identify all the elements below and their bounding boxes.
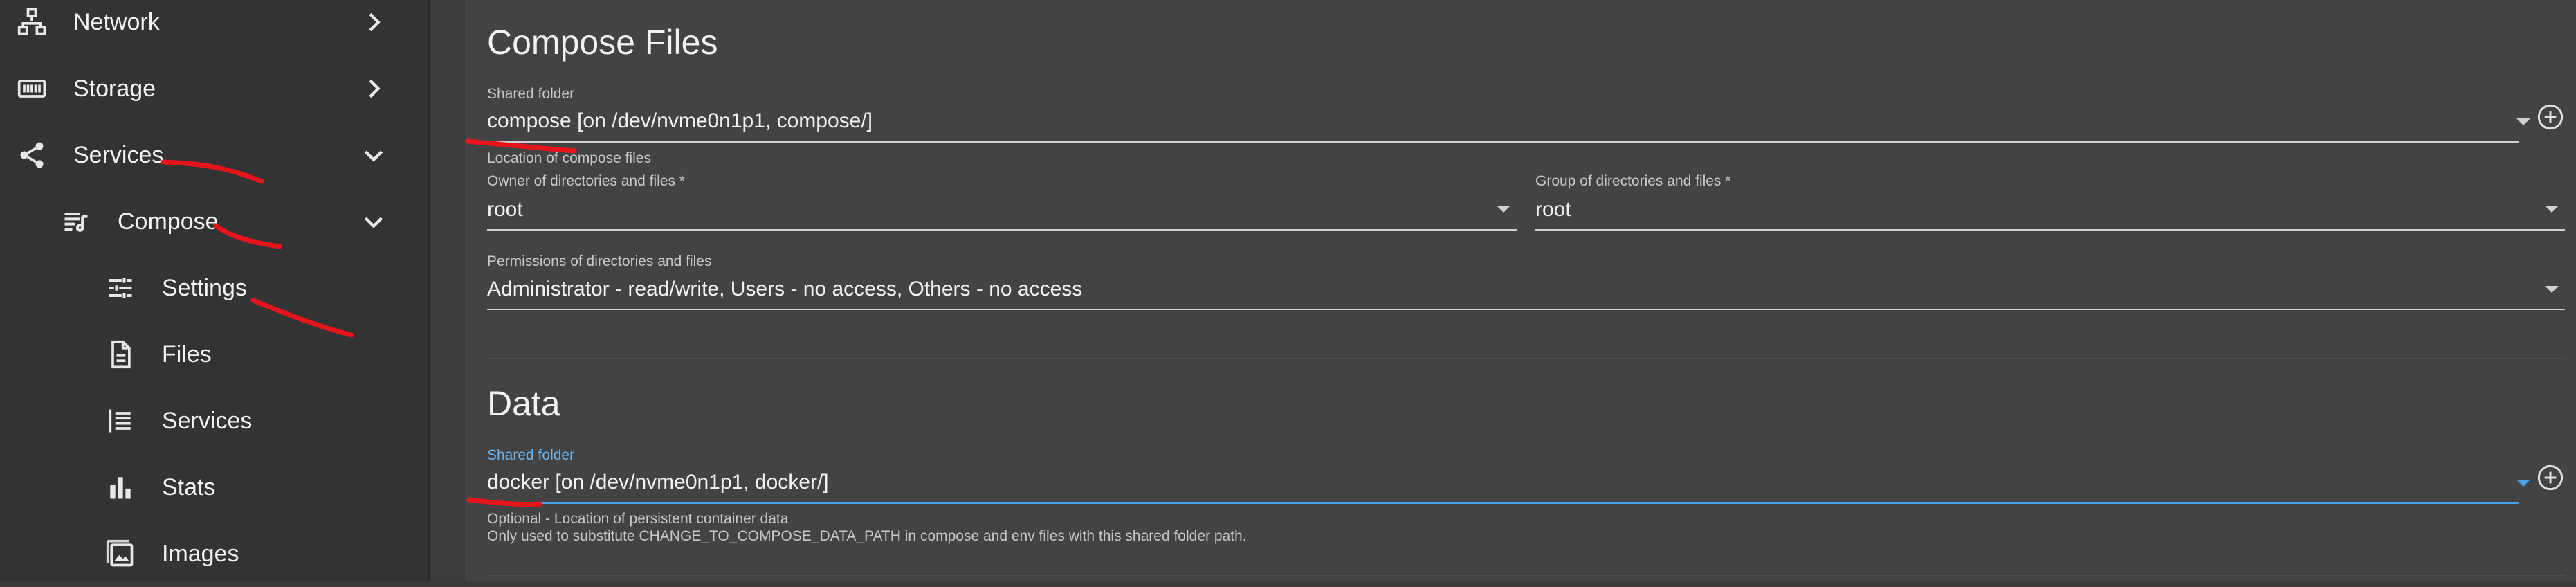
permissions-label: Permissions of directories and files (487, 253, 712, 269)
section-divider (487, 358, 2565, 359)
group-label: Group of directories and files * (1535, 173, 1731, 189)
data-shared-folder-hint-optional: Optional - Location of persistent contai… (487, 511, 789, 527)
chevron-right-icon (360, 75, 387, 102)
add-shared-folder-button[interactable] (2537, 103, 2564, 131)
data-shared-folder-label: Shared folder (487, 447, 575, 463)
sidebar-item-network[interactable]: Network (15, 0, 428, 55)
sidebar-item-label: Settings (162, 274, 247, 301)
sidebar-item-storage[interactable]: Storage (15, 55, 428, 122)
share-icon (15, 138, 48, 172)
dropdown-arrow-icon[interactable] (1497, 206, 1510, 213)
compose-shared-folder-select[interactable]: compose [on /dev/nvme0n1p1, compose/] (487, 109, 873, 133)
sidebar-item-label: Network (73, 8, 160, 35)
data-shared-folder-underline (487, 502, 2519, 504)
permissions-underline (487, 309, 2565, 310)
group-select[interactable]: root (1535, 198, 1571, 222)
owner-underline (487, 229, 1517, 231)
compose-shared-folder-underline (487, 141, 2519, 143)
sidebar-item-label: Storage (73, 75, 156, 102)
owner-select[interactable]: root (487, 198, 523, 222)
dropdown-arrow-icon[interactable] (2516, 118, 2530, 125)
bar-chart-icon (104, 471, 137, 504)
sidebar-item-settings[interactable]: Settings (104, 255, 428, 321)
group-underline (1535, 229, 2565, 231)
permissions-select[interactable]: Administrator - read/write, Users - no a… (487, 278, 1082, 301)
section-divider (487, 575, 2565, 576)
image-icon (104, 537, 137, 570)
content-gutter (430, 0, 465, 581)
data-shared-folder-select[interactable]: docker [on /dev/nvme0n1p1, docker/] (487, 471, 829, 494)
storage-icon (15, 72, 48, 105)
section-title-compose-files: Compose Files (487, 23, 718, 62)
sidebar-item-files[interactable]: Files (104, 321, 428, 388)
compose-shared-folder-hint: Location of compose files (487, 150, 651, 166)
list-icon (104, 404, 137, 437)
section-title-data: Data (487, 384, 560, 423)
owner-label: Owner of directories and files * (487, 173, 685, 189)
sidebar-item-label: Services (73, 141, 164, 168)
sidebar-item-services[interactable]: Services (15, 122, 428, 188)
file-icon (104, 338, 137, 371)
shared-folder-label: Shared folder (487, 86, 575, 102)
sidebar-item-compose[interactable]: Compose (60, 188, 428, 255)
dropdown-arrow-icon[interactable] (2516, 480, 2530, 487)
sidebar-item-images[interactable]: Images (104, 521, 428, 587)
sidebar-item-label: Files (162, 341, 212, 368)
dropdown-arrow-icon[interactable] (2545, 286, 2559, 293)
network-icon (15, 6, 48, 39)
sidebar-item-compose-services[interactable]: Services (104, 388, 428, 454)
sidebar-item-label: Images (162, 540, 239, 567)
sidebar-item-label: Compose (118, 208, 219, 235)
dropdown-arrow-icon[interactable] (2545, 206, 2559, 213)
tune-icon (104, 271, 137, 305)
chevron-down-icon (360, 208, 387, 235)
data-shared-folder-hint-usage: Only used to substitute CHANGE_TO_COMPOS… (487, 528, 1247, 544)
compose-icon (60, 205, 93, 238)
chevron-down-icon (360, 141, 387, 169)
sidebar-item-stats[interactable]: Stats (104, 454, 428, 521)
chevron-right-icon (360, 8, 387, 36)
sidebar-item-label: Services (162, 407, 253, 434)
sidebar-item-label: Stats (162, 473, 216, 500)
add-shared-folder-button[interactable] (2537, 464, 2564, 491)
